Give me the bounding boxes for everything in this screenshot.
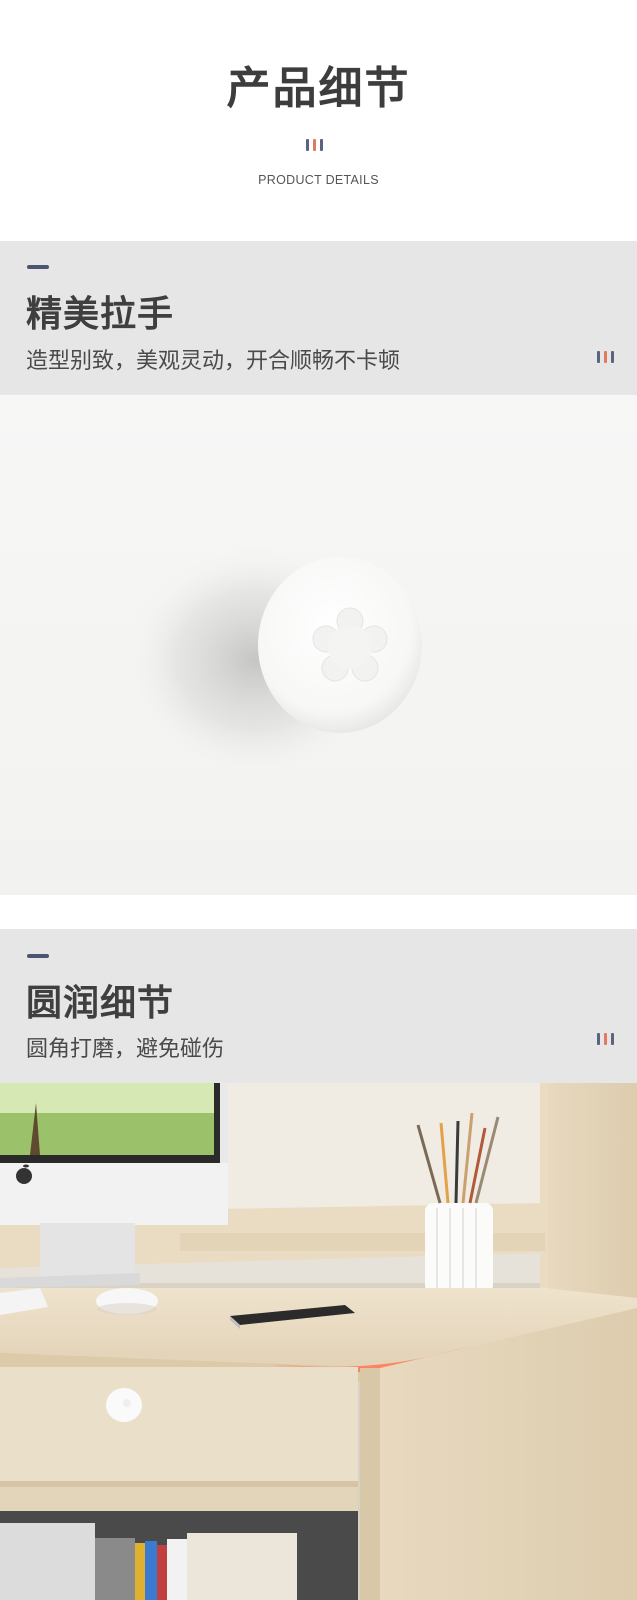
desk-illustration bbox=[0, 1083, 637, 1600]
section-description: 造型别致，美观灵动，开合顺畅不卡顿 bbox=[26, 349, 401, 374]
desk-scene-photo bbox=[0, 1083, 637, 1600]
hero-header: 产品细节 PRODUCT DETAILS bbox=[0, 0, 637, 241]
section-title: 圆润细节 bbox=[26, 983, 175, 1024]
section-description: 圆角打磨，避免碰伤 bbox=[26, 1037, 225, 1062]
page-title: 产品细节 bbox=[226, 63, 411, 114]
accent-bars-icon bbox=[597, 1033, 614, 1045]
handle-closeup-photo bbox=[0, 395, 637, 895]
section-dash-icon bbox=[27, 954, 49, 958]
section-dash-icon bbox=[27, 265, 49, 269]
accent-bars-icon bbox=[597, 351, 614, 363]
section-corner-header: 圆润细节 圆角打磨，避免碰伤 bbox=[0, 929, 637, 1083]
accent-bars-icon bbox=[306, 139, 323, 151]
section-title: 精美拉手 bbox=[26, 294, 175, 335]
section-handle-header: 精美拉手 造型别致，美观灵动，开合顺畅不卡顿 bbox=[0, 241, 637, 395]
drawer-knob bbox=[106, 1388, 142, 1422]
spacer bbox=[0, 895, 637, 929]
page-subtitle: PRODUCT DETAILS bbox=[258, 173, 379, 187]
knob-illustration bbox=[125, 545, 422, 775]
